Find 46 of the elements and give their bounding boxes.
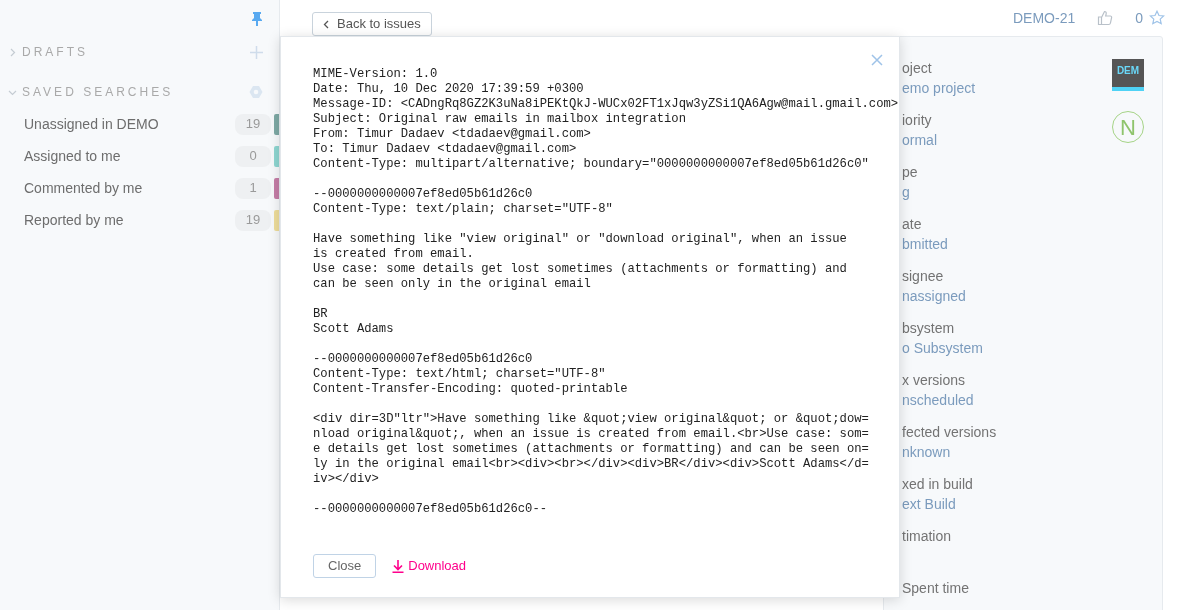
section-title[interactable]: SAVED SEARCHES <box>22 83 249 101</box>
chevron-right-icon[interactable] <box>8 47 17 57</box>
project-avatar: DEM <box>1112 59 1144 91</box>
field-value[interactable]: nassigned <box>902 286 1146 306</box>
field-label: bsystem <box>902 319 956 338</box>
vote-count: 0 <box>1135 8 1143 28</box>
saved-search-item[interactable]: Assigned to me <box>24 145 235 167</box>
field-label: xed in build <box>902 475 974 494</box>
back-button[interactable]: Back to issues <box>312 12 432 36</box>
issue-count: 0 <box>235 145 271 167</box>
issue-count: 19 <box>235 113 271 135</box>
field-label: ate <box>902 215 923 234</box>
thumbs-up-icon[interactable] <box>1097 10 1114 26</box>
star-icon[interactable] <box>1149 10 1165 26</box>
issue-id[interactable]: DEMO-21 <box>1012 7 1076 29</box>
download-link[interactable]: Download <box>392 556 467 576</box>
raw-email-text: MIME-Version: 1.0 Date: Thu, 10 Dec 2020 17:39:59 +0300 Message-ID: <CADngRq8GZ2K3uNa8iPEKtQkJ-WUCx02FT1xJqw3yZSi1QA6Agw@mail.gmail.com> Subject: Original raw emails in mailbox integration From: Timur Dadaev <tdadaev@gmail.com> To: Timur Dadaev <tdadaev@gmail.com> Content-Type: multipart/alternative; boundary="0000000000007ef8ed05b61d26c0" --0000000000007ef8ed05b61d26c0 Content-Type: text/plain; charset="UTF-8" Have something like "view original" or "download original", when an issue is created from email. Use case: some details get lost sometimes (attachments or formatting) and can be seen only in the original email BR Scott Adams --0000000000007ef8ed05b61d26c0 Content-Type: text/html; charset="UTF-8" Content-Transfer-Encoding: quoted-printable <div dir=3D"ltr">Have something like &quot;view original&quot; or &quot;dow= nload original&quot;, when an issue is created from email.<br>Use case: som= e details get lost sometimes (attachments or formatting) and can be seen on= ly in the original email<br><div><br></div><div>BR</div><div>Scott Adams</d= iv></div> --0000000000007ef8ed05b61d26c0-- <box>313 67 899 517</box>
field-label: timation <box>902 527 953 546</box>
field-value[interactable]: ext Build <box>902 494 1146 514</box>
field-value[interactable]: bmitted <box>902 234 1146 254</box>
issue-count: 1 <box>235 177 271 199</box>
issue-count: 19 <box>235 209 271 231</box>
close-button[interactable]: Close <box>313 554 377 578</box>
field-label: iority <box>902 111 933 130</box>
field-value[interactable]: ormal <box>902 130 1112 150</box>
field-label: Spent time <box>902 579 970 598</box>
field-label: x versions <box>902 371 967 390</box>
settings-icon[interactable] <box>249 85 263 99</box>
chevron-left-icon <box>323 19 329 29</box>
field-label: fected versions <box>902 423 998 442</box>
saved-search-item[interactable]: Commented by me <box>24 177 235 199</box>
plus-icon[interactable] <box>250 45 263 59</box>
section-title[interactable]: DRAFTS <box>22 43 250 61</box>
field-label: signee <box>902 267 945 286</box>
field-value[interactable]: g <box>902 182 1146 202</box>
saved-search-item[interactable]: Reported by me <box>24 209 235 231</box>
download-icon <box>392 559 405 573</box>
field-value[interactable]: nscheduled <box>902 390 1146 410</box>
pin-icon[interactable] <box>251 12 263 26</box>
field-label: pe <box>902 163 919 182</box>
field-label: oject <box>902 59 933 78</box>
close-icon[interactable] <box>871 54 883 66</box>
field-value[interactable]: o Subsystem <box>902 338 1146 358</box>
field-value[interactable]: nknown <box>902 442 1146 462</box>
saved-search-item[interactable]: Unassigned in DEMO <box>24 113 235 135</box>
field-value[interactable]: emo project <box>902 78 1112 98</box>
